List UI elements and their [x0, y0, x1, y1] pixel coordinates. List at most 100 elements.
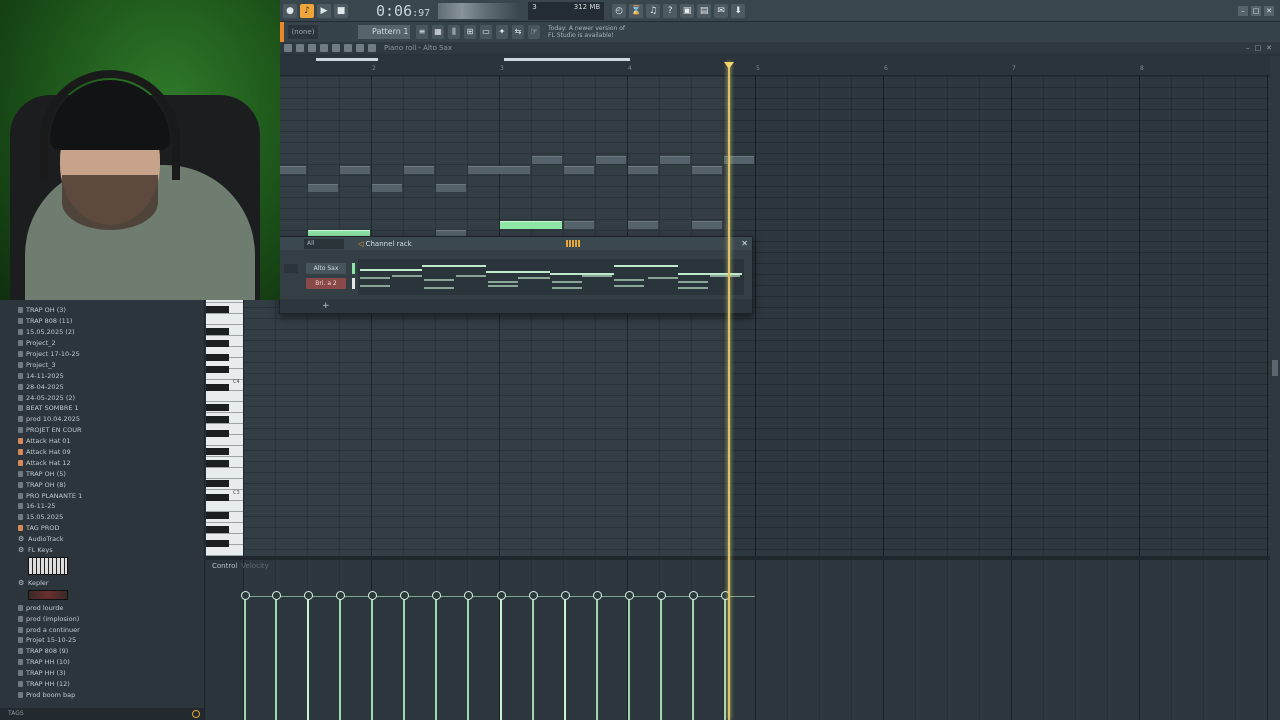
black-key[interactable] [206, 340, 229, 347]
channel-name-button[interactable]: Alto Sax [306, 262, 346, 274]
note[interactable] [628, 221, 658, 229]
velocity-bar[interactable] [241, 591, 250, 720]
help-icon[interactable]: ? [663, 3, 678, 18]
channel-select-led[interactable] [352, 277, 355, 289]
note[interactable] [660, 156, 690, 164]
channel-rack-titlebar[interactable]: All Channel rack ✕ [280, 237, 752, 250]
velocity-bar[interactable] [657, 591, 666, 720]
black-key[interactable] [206, 416, 229, 423]
browser-item[interactable]: 24-05-2025 (2) [0, 392, 204, 403]
browser-item[interactable]: Project 17-10-25 [0, 349, 204, 360]
touch-icon[interactable]: ☞ [528, 25, 540, 39]
browser-item[interactable]: ⚙ AudioTrack [0, 534, 204, 545]
pianoroll-icon[interactable]: ▦ [432, 25, 444, 39]
velocity-bar[interactable] [272, 591, 281, 720]
vertical-scrollbar[interactable] [1270, 56, 1280, 720]
velocity-bar[interactable] [721, 591, 730, 720]
news-panel[interactable]: Today: A newer version of FL Studio is a… [548, 25, 625, 39]
velocity-bar[interactable] [593, 591, 602, 720]
zoom-tool-icon[interactable] [356, 44, 364, 52]
browser-item[interactable]: TRAP OH (3) [0, 305, 204, 316]
black-key[interactable] [206, 384, 229, 391]
graph-editor-icon[interactable] [566, 240, 581, 247]
playhead[interactable] [728, 62, 730, 720]
plugin-icon[interactable]: ✦ [496, 25, 508, 39]
black-key[interactable] [206, 540, 229, 547]
piano-keyboard[interactable]: C4 C3 [206, 300, 243, 556]
channel-name-button[interactable]: Bri. a 2 [306, 277, 346, 289]
velocity-bar[interactable] [529, 591, 538, 720]
add-channel-icon[interactable]: + [322, 301, 330, 311]
black-key[interactable] [206, 448, 229, 455]
download-icon[interactable]: ⬇ [731, 3, 746, 18]
black-key[interactable] [206, 494, 229, 501]
velocity-bar[interactable] [400, 591, 409, 720]
note[interactable] [468, 166, 530, 174]
timeline-ruler[interactable]: 2 3 4 5 6 7 8 [280, 56, 1270, 76]
plugin-thumbnail[interactable] [28, 590, 68, 601]
browser-item[interactable]: Projet 15-10-25 [0, 635, 204, 646]
browser-item[interactable]: TRAP OH (5) [0, 468, 204, 479]
channelrack-icon[interactable]: ⊞ [464, 25, 476, 39]
velocity-pane[interactable] [243, 560, 1270, 720]
browser-search[interactable]: TAGS [0, 708, 204, 720]
black-key[interactable] [206, 526, 229, 533]
browser-item[interactable]: TRAP HH (12) [0, 679, 204, 690]
black-key[interactable] [206, 354, 229, 361]
brush-tool-icon[interactable] [296, 44, 304, 52]
black-key[interactable] [206, 306, 229, 313]
browser-item[interactable]: PRO PLANANTE 1 [0, 490, 204, 501]
velocity-bar[interactable] [625, 591, 634, 720]
play-tool-icon[interactable] [368, 44, 376, 52]
browser-item[interactable]: ⚙ Kepler [0, 577, 204, 588]
velocity-bar[interactable] [368, 591, 377, 720]
black-key[interactable] [206, 512, 229, 519]
note[interactable] [436, 184, 466, 192]
browser-item[interactable]: TRAP OH (8) [0, 479, 204, 490]
browser-item[interactable]: 15.05.2025 (2) [0, 327, 204, 338]
stop-icon[interactable]: ■ [334, 3, 348, 18]
delete-tool-icon[interactable] [308, 44, 316, 52]
browser-item[interactable]: 28-04-2025 [0, 381, 204, 392]
menu-handle[interactable] [280, 22, 284, 42]
velocity-bar[interactable] [464, 591, 473, 720]
note[interactable] [564, 166, 594, 174]
search-icon[interactable] [192, 710, 200, 718]
note[interactable] [372, 184, 402, 192]
pr-minimize-icon[interactable]: – [1246, 44, 1250, 52]
channel-filter[interactable]: All [304, 238, 344, 249]
browser-item[interactable]: 15.05.2025 [0, 512, 204, 523]
pencil-tool-icon[interactable] [284, 44, 292, 52]
pr-maximize-icon[interactable]: □ [1255, 44, 1262, 52]
channel-piano-preview[interactable] [358, 259, 744, 295]
browser-item[interactable]: Attack Hat 01 [0, 436, 204, 447]
browser-icon[interactable]: ▭ [480, 25, 492, 39]
velocity-bar[interactable] [497, 591, 506, 720]
note[interactable] [628, 166, 658, 174]
song-time-display[interactable]: 0:06:97 [376, 2, 430, 20]
velocity-bar[interactable] [304, 591, 313, 720]
note[interactable] [340, 166, 370, 174]
note[interactable] [532, 156, 562, 164]
browser-item[interactable]: TRAP 808 (9) [0, 646, 204, 657]
channel-row[interactable]: Bri. a 2 [284, 277, 355, 289]
mixer-icon[interactable]: ⫼ [448, 25, 460, 39]
channel-mute[interactable] [284, 279, 298, 288]
browser-item[interactable]: prod a continuer [0, 624, 204, 635]
chat-icon[interactable]: ✉ [714, 3, 729, 18]
velocity-bar[interactable] [432, 591, 441, 720]
black-key[interactable] [206, 460, 229, 467]
black-key[interactable] [206, 480, 229, 487]
browser-item[interactable]: TRAP HH (3) [0, 668, 204, 679]
mic-icon[interactable]: ♫ [646, 3, 661, 18]
vertical-scrollbar-thumb[interactable] [1272, 360, 1278, 376]
browser-item[interactable]: PROJET EN COUR [0, 425, 204, 436]
browser-item[interactable]: ⚙ FL Keys [0, 545, 204, 556]
velocity-bar[interactable] [561, 591, 570, 720]
browser-item[interactable]: Project_3 [0, 359, 204, 370]
mute-tool-icon[interactable] [320, 44, 328, 52]
browser-item[interactable]: prod 10.04.2025 [0, 414, 204, 425]
pattern-selector[interactable]: Pattern 1 [358, 25, 410, 39]
channel-mute[interactable] [284, 263, 298, 273]
note[interactable] [404, 166, 434, 174]
